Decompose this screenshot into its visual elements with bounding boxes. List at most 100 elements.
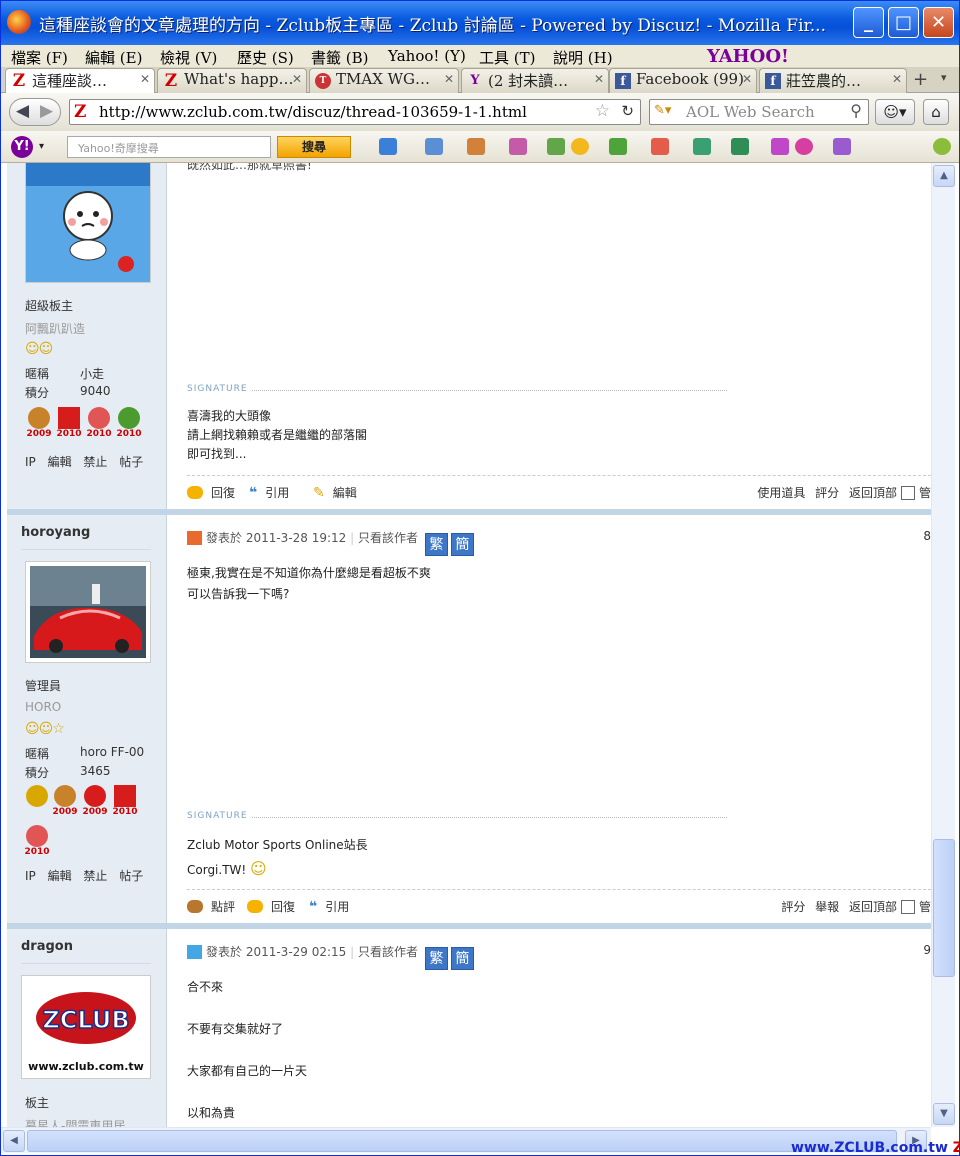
post-action-row: 點評 回復 ❝ 引用 評分 舉報 返回頂部管 xyxy=(187,889,931,915)
yahoo-menu-arrow-icon[interactable]: ▾ xyxy=(39,141,44,152)
tab-list-icon[interactable]: ▾ xyxy=(941,71,947,84)
quote-button[interactable]: ❝ 引用 xyxy=(249,484,289,501)
close-button[interactable]: ✕ xyxy=(923,7,954,38)
quote-button[interactable]: ❝ 引用 xyxy=(309,898,349,915)
post-sidebar: 超級板主 阿飄趴趴造 ☺☺ 暱稱 小走 積分 9040 2009 2010 2010… xyxy=(7,163,167,509)
admin-links[interactable]: IP 編輯 禁止 帖子 xyxy=(25,867,143,884)
admin-links[interactable]: IP 編輯 禁止 帖子 xyxy=(25,453,143,470)
tab[interactable]: f 莊笠農的… ✕ xyxy=(759,68,907,93)
tab[interactable]: f Facebook (99) ✕ xyxy=(609,68,757,93)
yahoo-search-button[interactable]: 搜尋 xyxy=(277,136,351,158)
post-date: 發表於 2011-3-29 02:15 xyxy=(206,945,347,959)
toolbar-calendar-icon[interactable] xyxy=(651,138,669,155)
toolbar-page-icon[interactable] xyxy=(379,138,397,155)
tab-close-icon[interactable]: ✕ xyxy=(594,72,604,86)
reply-button[interactable]: 回復 xyxy=(187,484,235,501)
watermark-tail: Z板 xyxy=(953,1140,959,1155)
toolbar-game-icon[interactable] xyxy=(609,138,627,155)
menu-history[interactable]: 歷史 (S) xyxy=(237,47,294,68)
reload-icon[interactable]: ↻ xyxy=(621,102,634,120)
post-username[interactable]: dragon xyxy=(21,939,73,954)
edit-button[interactable]: ✎ 編輯 xyxy=(313,484,357,501)
signature-line: Corgi.TW! ☺ xyxy=(187,859,267,878)
tab[interactable]: T TMAX WG… ✕ xyxy=(309,68,459,93)
smiley-icon: ☺ xyxy=(250,859,267,878)
toolbar-mail-icon[interactable] xyxy=(425,138,443,155)
tab-active[interactable]: Z 這種座談… ✕ xyxy=(5,68,155,94)
navigation-bar: ◀ ▶ Z http://www.zclub.com.tw/discuz/thr… xyxy=(1,93,959,131)
only-author-link[interactable]: 只看該作者 xyxy=(358,531,418,545)
simplified-button[interactable]: 簡 xyxy=(450,533,474,556)
avatar-image xyxy=(30,566,146,658)
toolbar-heart-icon[interactable] xyxy=(771,138,789,155)
post-right-actions[interactable]: 使用道具 評分 返回頂部管 xyxy=(757,484,931,501)
menu-help[interactable]: 說明 (H) xyxy=(553,47,613,68)
post-body-text: 大家都有自己的一片天 xyxy=(187,1064,308,1078)
minimize-button[interactable]: _ xyxy=(853,7,884,38)
post-body-text: 既然如此…那就草照書! xyxy=(187,163,312,172)
tab-close-icon[interactable]: ✕ xyxy=(892,72,902,86)
signature-line: 即可找到... xyxy=(187,447,247,461)
menu-tools[interactable]: 工具 (T) xyxy=(479,47,535,68)
tmax-favicon-icon: T xyxy=(315,73,331,89)
comment-button[interactable]: 點評 xyxy=(187,898,235,915)
tab-close-icon[interactable]: ✕ xyxy=(742,72,752,86)
reply-button[interactable]: 回復 xyxy=(247,898,295,915)
tab-bar: Z 這種座談… ✕ Z What's happ… ✕ T TMAX WG… ✕ … xyxy=(1,67,959,94)
search-icon[interactable]: ⚲ xyxy=(850,101,862,120)
search-engine-icon[interactable]: ✎▾ xyxy=(654,103,671,118)
menu-file[interactable]: 檔案 (F) xyxy=(11,47,68,68)
bookmark-star-icon[interactable]: ☆ xyxy=(595,101,610,121)
tab[interactable]: Z What's happ… ✕ xyxy=(157,68,307,93)
url-bar[interactable]: Z http://www.zclub.com.tw/discuz/thread-… xyxy=(69,99,641,125)
web-search-box[interactable]: ✎▾ AOL Web Search ⚲ xyxy=(649,99,869,125)
toolbar-user-icon[interactable] xyxy=(467,138,485,155)
toolbar-bookmark-icon[interactable] xyxy=(547,138,565,155)
vertical-scroll-thumb[interactable] xyxy=(933,839,955,977)
post-username[interactable]: horoyang xyxy=(21,525,90,540)
toolbar-map-icon[interactable] xyxy=(731,138,749,155)
traditional-button[interactable]: 繁 xyxy=(424,947,448,970)
menu-edit[interactable]: 編輯 (E) xyxy=(85,47,142,68)
tab-close-icon[interactable]: ✕ xyxy=(140,72,150,86)
tab-close-icon[interactable]: ✕ xyxy=(444,72,454,86)
toolbar-shop-icon[interactable] xyxy=(509,138,527,155)
yahoo-search-input[interactable]: Yahoo!奇摩搜尋 xyxy=(67,136,271,158)
scroll-up-icon[interactable]: ▲ xyxy=(933,165,955,187)
traditional-button[interactable]: 繁 xyxy=(424,533,448,556)
toolbar-news-icon[interactable] xyxy=(693,138,711,155)
post-date: 發表於 2011-3-28 19:12 xyxy=(206,531,347,545)
horizontal-scroll-thumb[interactable] xyxy=(27,1130,897,1152)
toolbar-messenger-icon[interactable] xyxy=(571,138,589,155)
menu-bookmarks[interactable]: 書籤 (B) xyxy=(311,47,369,68)
search-engine-label[interactable]: AOL Web Search xyxy=(686,103,815,121)
vertical-scrollbar[interactable]: ▲ ▼ xyxy=(931,163,955,1127)
simplified-button[interactable]: 簡 xyxy=(450,947,474,970)
scroll-down-icon[interactable]: ▼ xyxy=(933,1103,955,1125)
facebook-favicon-icon: f xyxy=(615,73,631,89)
tab-close-icon[interactable]: ✕ xyxy=(292,72,302,86)
select-checkbox[interactable] xyxy=(900,900,915,914)
menu-view[interactable]: 檢視 (V) xyxy=(160,47,217,68)
only-author-link[interactable]: 只看該作者 xyxy=(358,945,418,959)
new-tab-icon[interactable]: + xyxy=(913,69,928,90)
back-icon[interactable]: ◀ xyxy=(16,101,29,121)
forward-icon[interactable]: ▶ xyxy=(40,101,53,121)
select-checkbox[interactable] xyxy=(900,486,915,500)
user-field: 積分 3465 xyxy=(25,764,111,781)
toolbar-people-icon[interactable] xyxy=(833,138,851,155)
maximize-button[interactable]: □ xyxy=(888,7,919,38)
post-right-actions[interactable]: 評分 舉報 返回頂部管 xyxy=(781,898,931,915)
toolbar-settings-icon[interactable] xyxy=(933,138,951,155)
toolbar-circle-icon[interactable] xyxy=(795,138,813,155)
scroll-left-icon[interactable]: ◀ xyxy=(3,1130,25,1152)
addon-icon[interactable]: ☺▾ xyxy=(875,99,915,125)
field-value: 9040 xyxy=(80,384,111,398)
yahoo-menu-icon[interactable]: Y! xyxy=(11,136,33,158)
menu-yahoo[interactable]: Yahoo! (Y) xyxy=(388,47,466,65)
home-icon[interactable]: ⌂ xyxy=(923,99,949,125)
tab[interactable]: Y (2 封未讀… ✕ xyxy=(461,68,609,93)
user-field: 暱稱 horo FF-00 xyxy=(25,745,144,762)
url-text[interactable]: http://www.zclub.com.tw/discuz/thread-10… xyxy=(99,103,527,121)
field-label: 積分 xyxy=(25,386,50,400)
